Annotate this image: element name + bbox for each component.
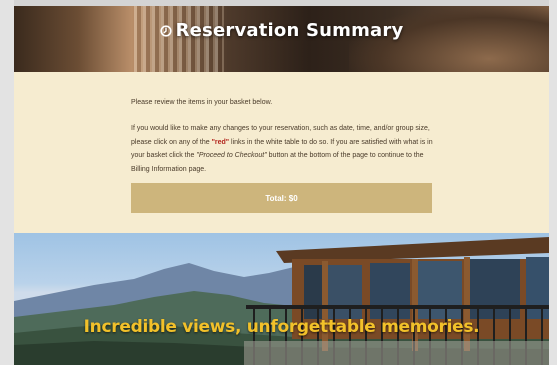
clock-icon	[159, 24, 172, 37]
summary-card: Please review the items in your basket b…	[14, 72, 549, 233]
header-banner: Reservation Summary	[14, 6, 549, 72]
intro-text: Please review the items in your basket b…	[131, 99, 273, 106]
red-link-mention: "red"	[211, 138, 230, 146]
total-button[interactable]: Total: $0	[131, 183, 432, 213]
page-frame: Reservation Summary Please review the it…	[14, 6, 549, 365]
left-page-edge	[0, 0, 14, 365]
right-page-edge	[549, 0, 557, 365]
page-title: Reservation Summary	[14, 20, 549, 41]
checkout-mention: "Proceed to Checkout"	[196, 152, 267, 159]
tagline: Incredible views, unforgettable memories…	[83, 317, 480, 337]
instructions-text: If you would like to make any changes to…	[131, 122, 433, 176]
mountain-lodge-illustration	[14, 237, 549, 365]
scenic-footer-image: Incredible views, unforgettable memories…	[14, 233, 549, 365]
page-title-text: Reservation Summary	[175, 20, 404, 41]
